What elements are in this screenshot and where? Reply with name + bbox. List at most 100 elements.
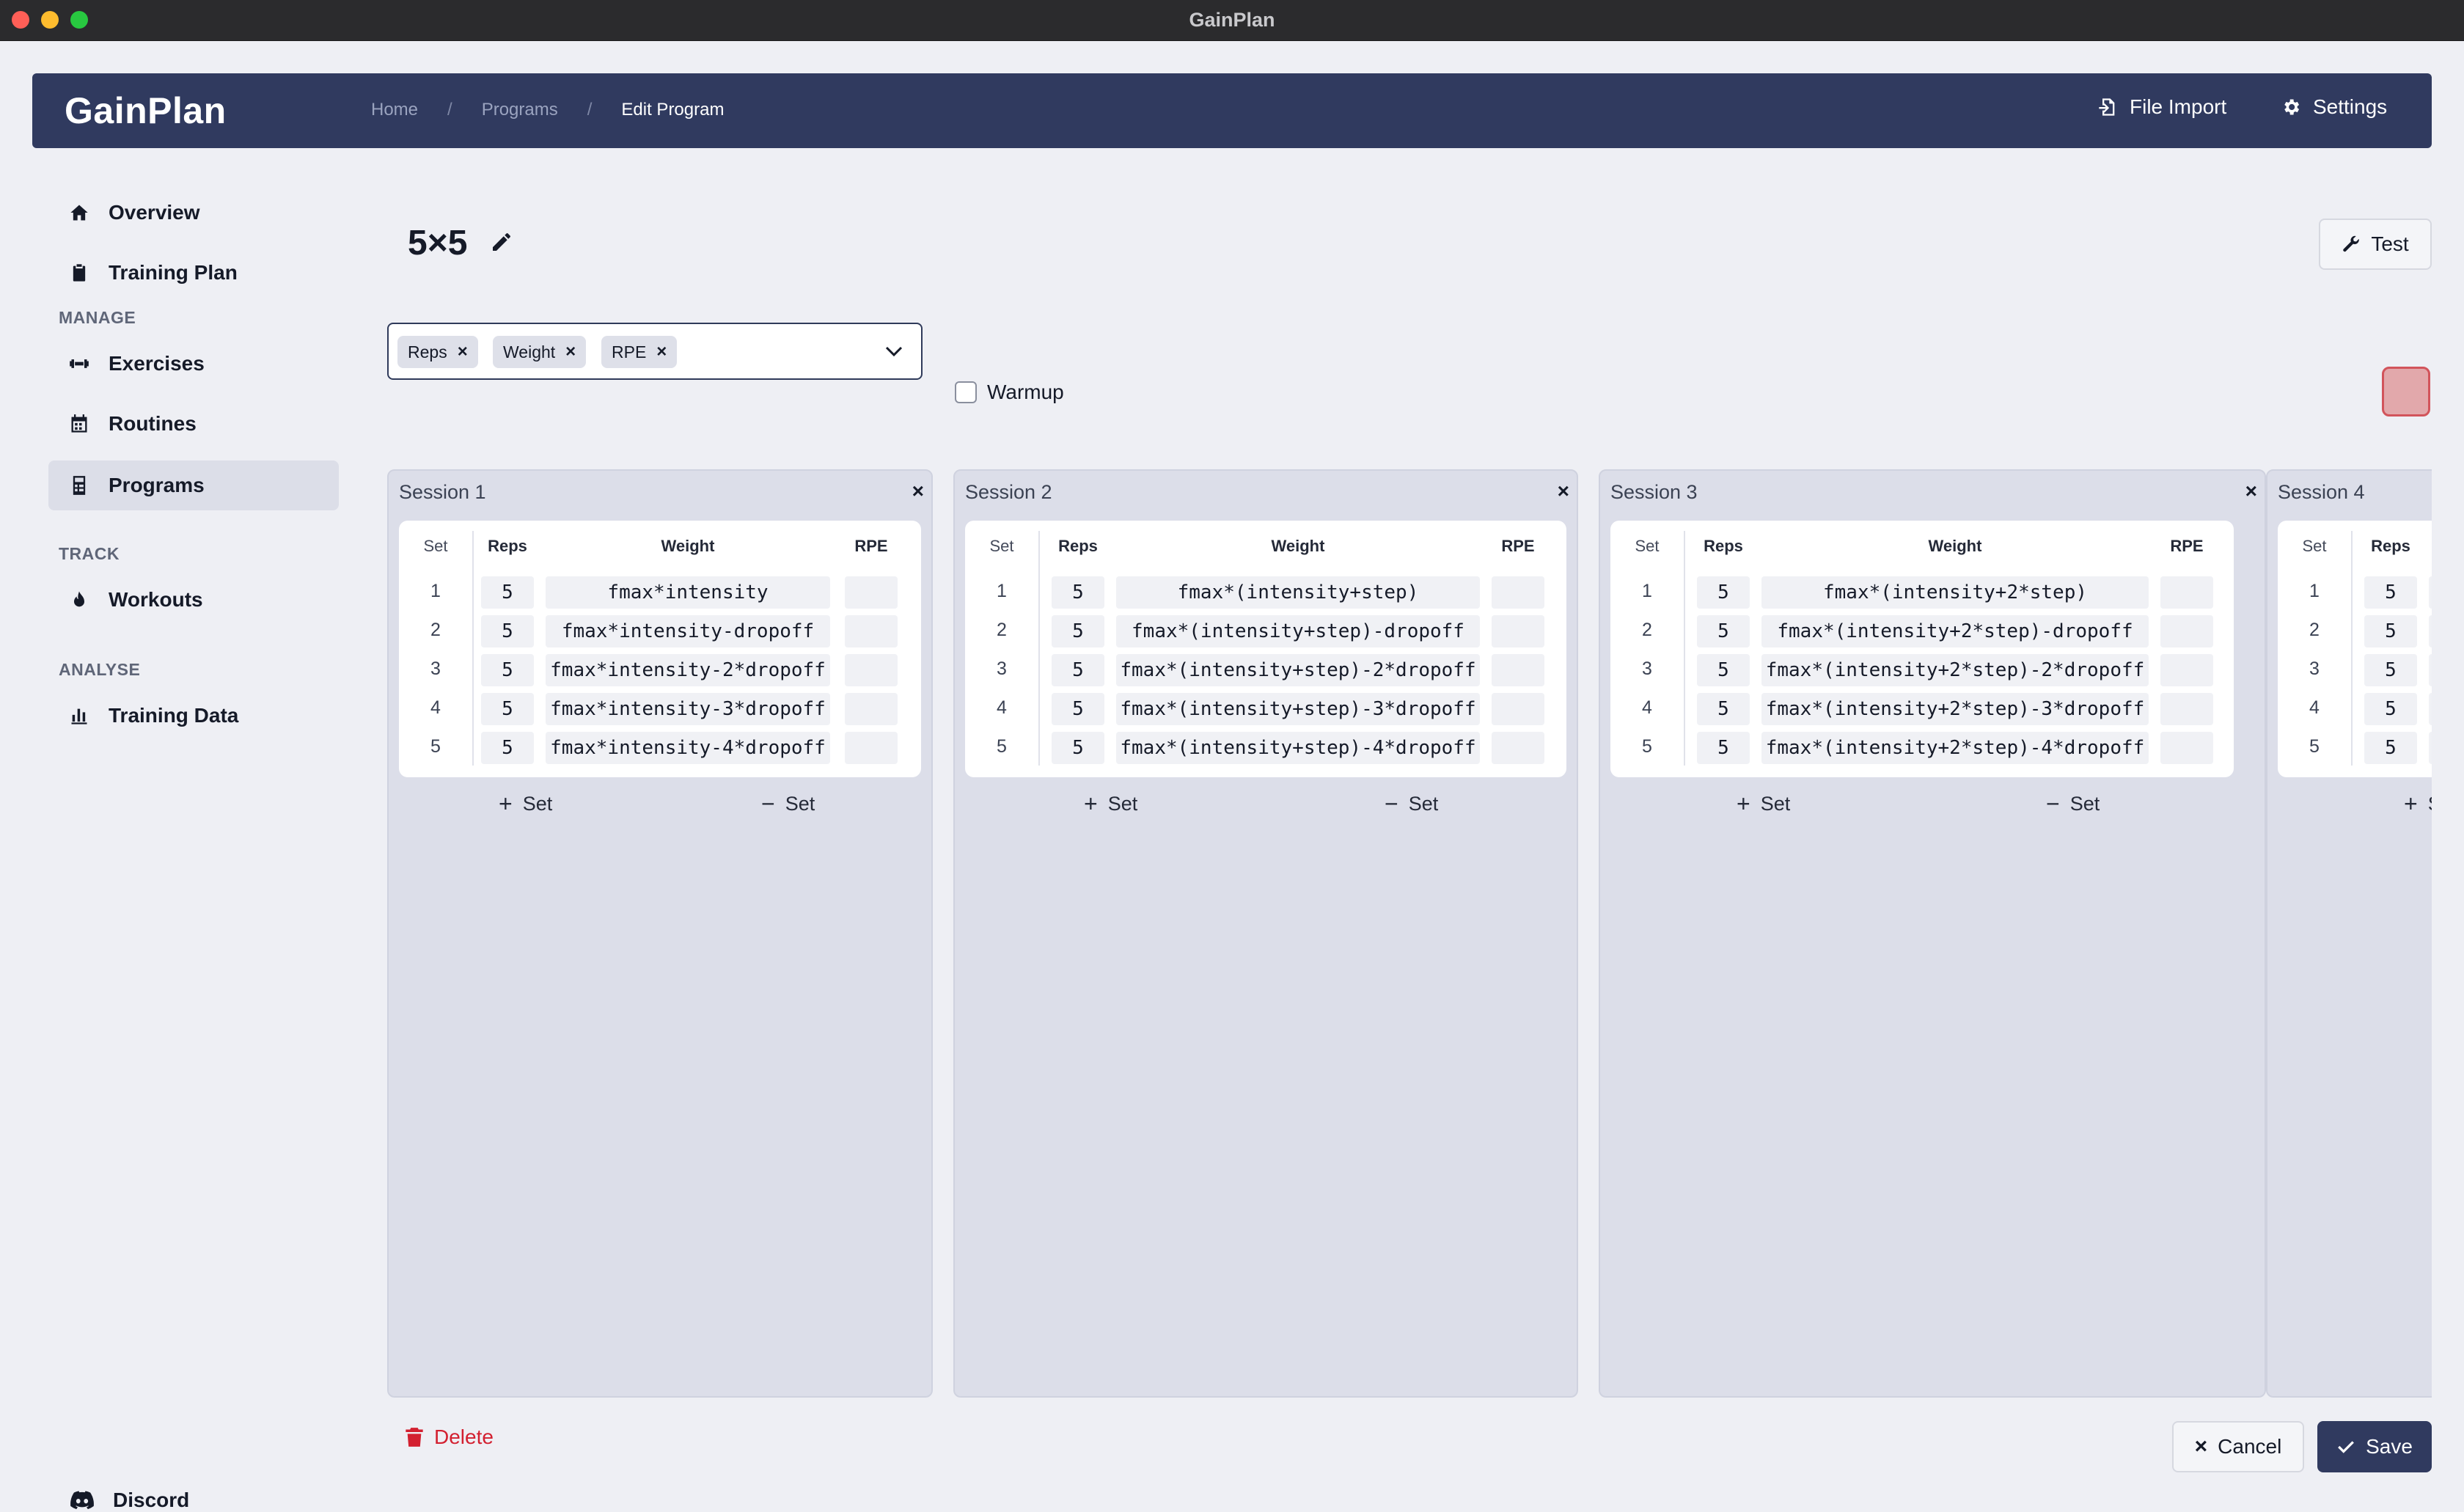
sidebar-item-training-plan[interactable]: Training Plan xyxy=(48,248,339,298)
reps-field[interactable]: 5 xyxy=(1697,732,1750,764)
sessions-area[interactable]: Session 1 × Set Reps Weight RPE 1 5 fmax… xyxy=(387,469,2432,1398)
reps-field[interactable]: 5 xyxy=(1052,654,1104,686)
file-import-button[interactable]: File Import xyxy=(2097,95,2226,119)
close-icon[interactable]: × xyxy=(2245,480,2257,503)
warmup-checkbox[interactable] xyxy=(955,381,977,403)
remove-reps-icon[interactable]: × xyxy=(458,342,468,362)
color-picker[interactable] xyxy=(2382,367,2430,416)
rpe-field[interactable] xyxy=(2160,576,2213,609)
weight-field[interactable] xyxy=(2429,615,2432,647)
settings-button[interactable]: Settings xyxy=(2281,95,2387,119)
weight-field[interactable] xyxy=(2429,693,2432,725)
reps-field[interactable]: 5 xyxy=(2364,693,2417,725)
sidebar-item-training-data[interactable]: Training Data xyxy=(48,691,339,741)
reps-field[interactable]: 5 xyxy=(1697,615,1750,647)
weight-field[interactable]: fmax*(intensity+2*step)-4*dropoff xyxy=(1761,732,2149,764)
remove-set-button[interactable]: − Set xyxy=(1385,792,1438,815)
rpe-field[interactable] xyxy=(1492,576,1544,609)
reps-field[interactable]: 5 xyxy=(481,654,534,686)
remove-rpe-icon[interactable]: × xyxy=(656,342,667,362)
sidebar-item-workouts[interactable]: Workouts xyxy=(48,575,339,625)
rpe-field[interactable] xyxy=(1492,693,1544,725)
remove-set-button[interactable]: − Set xyxy=(2046,792,2100,815)
add-set-button[interactable]: + Set xyxy=(499,792,552,815)
weight-field[interactable]: fmax*(intensity+step)-2*dropoff xyxy=(1116,654,1480,686)
weight-field[interactable]: fmax*intensity xyxy=(546,576,830,609)
reps-field[interactable]: 5 xyxy=(1697,693,1750,725)
weight-field[interactable]: fmax*(intensity+step)-dropoff xyxy=(1116,615,1480,647)
save-button[interactable]: Save xyxy=(2317,1421,2432,1472)
breadcrumb-programs[interactable]: Programs xyxy=(482,100,558,120)
column-header-reps: Reps xyxy=(1704,537,1743,555)
rpe-field[interactable] xyxy=(845,576,898,609)
weight-field[interactable]: fmax*intensity-2*dropoff xyxy=(546,654,830,686)
breadcrumb-home[interactable]: Home xyxy=(371,100,418,120)
add-set-button[interactable]: + Set xyxy=(1084,792,1137,815)
reps-field[interactable]: 5 xyxy=(2364,732,2417,764)
rpe-field[interactable] xyxy=(1492,615,1544,647)
weight-field[interactable]: fmax*intensity-dropoff xyxy=(546,615,830,647)
reps-field[interactable]: 5 xyxy=(1052,693,1104,725)
reps-field[interactable]: 5 xyxy=(1052,576,1104,609)
reps-field[interactable]: 5 xyxy=(2364,576,2417,609)
discord-link[interactable]: Discord xyxy=(70,1489,189,1512)
close-icon[interactable]: × xyxy=(1558,480,1569,503)
reps-field[interactable]: 5 xyxy=(481,615,534,647)
column-header-reps: Reps xyxy=(1058,537,1098,555)
rpe-field[interactable] xyxy=(845,693,898,725)
sidebar-item-programs[interactable]: Programs xyxy=(48,460,339,510)
close-icon[interactable]: × xyxy=(912,480,924,503)
weight-field[interactable]: fmax*(intensity+2*step)-2*dropoff xyxy=(1761,654,2149,686)
rpe-field[interactable] xyxy=(845,654,898,686)
weight-field[interactable] xyxy=(2429,732,2432,764)
rpe-field[interactable] xyxy=(2160,732,2213,764)
weight-field[interactable] xyxy=(2429,654,2432,686)
rpe-field[interactable] xyxy=(845,732,898,764)
reps-field[interactable]: 5 xyxy=(481,732,534,764)
add-set-button[interactable]: + Set xyxy=(2404,792,2432,815)
rpe-field[interactable] xyxy=(845,615,898,647)
reps-field[interactable]: 5 xyxy=(481,576,534,609)
rpe-field[interactable] xyxy=(2160,615,2213,647)
add-set-button[interactable]: + Set xyxy=(1737,792,1790,815)
weight-field[interactable]: fmax*intensity-4*dropoff xyxy=(546,732,830,764)
reps-field[interactable]: 5 xyxy=(1697,654,1750,686)
rpe-field[interactable] xyxy=(2160,693,2213,725)
sidebar-item-overview[interactable]: Overview xyxy=(48,188,339,238)
reps-field[interactable]: 5 xyxy=(2364,615,2417,647)
remove-weight-icon[interactable]: × xyxy=(565,342,576,362)
session-column: Session 1 × Set Reps Weight RPE 1 5 fmax… xyxy=(387,469,933,1398)
weight-field[interactable]: fmax*(intensity+step)-4*dropoff xyxy=(1116,732,1480,764)
column-header-weight: Weight xyxy=(1271,537,1325,555)
attribute-multiselect[interactable]: Reps × Weight × RPE × xyxy=(387,323,923,380)
weight-field[interactable]: fmax*(intensity+2*step)-3*dropoff xyxy=(1761,693,2149,725)
weight-field[interactable]: fmax*intensity-3*dropoff xyxy=(546,693,830,725)
sidebar-item-routines[interactable]: Routines xyxy=(48,399,339,449)
wrench-icon xyxy=(2343,235,2360,252)
test-button[interactable]: Test xyxy=(2319,219,2432,270)
cancel-button[interactable]: × Cancel xyxy=(2172,1421,2304,1472)
weight-field[interactable]: fmax*(intensity+2*step) xyxy=(1761,576,2149,609)
rpe-field[interactable] xyxy=(2160,654,2213,686)
save-label: Save xyxy=(2366,1435,2413,1458)
reps-field[interactable]: 5 xyxy=(1697,576,1750,609)
app-logo[interactable]: GainPlan xyxy=(65,89,227,132)
reps-field[interactable]: 5 xyxy=(2364,654,2417,686)
weight-field[interactable]: fmax*(intensity+2*step)-dropoff xyxy=(1761,615,2149,647)
chevron-down-icon[interactable] xyxy=(883,340,905,362)
file-import-icon xyxy=(2099,98,2115,116)
delete-button[interactable]: Delete xyxy=(405,1425,494,1449)
reps-field[interactable]: 5 xyxy=(1052,732,1104,764)
set-number: 2 xyxy=(2309,620,2320,640)
remove-set-button[interactable]: − Set xyxy=(761,792,815,815)
sidebar-item-exercises[interactable]: Exercises xyxy=(48,339,339,389)
weight-field[interactable] xyxy=(2429,576,2432,609)
reps-field[interactable]: 5 xyxy=(481,693,534,725)
rpe-field[interactable] xyxy=(1492,732,1544,764)
reps-field[interactable]: 5 xyxy=(1052,615,1104,647)
test-label: Test xyxy=(2371,232,2409,255)
weight-field[interactable]: fmax*(intensity+step)-3*dropoff xyxy=(1116,693,1480,725)
weight-field[interactable]: fmax*(intensity+step) xyxy=(1116,576,1480,609)
rpe-field[interactable] xyxy=(1492,654,1544,686)
pencil-icon[interactable] xyxy=(490,230,513,254)
